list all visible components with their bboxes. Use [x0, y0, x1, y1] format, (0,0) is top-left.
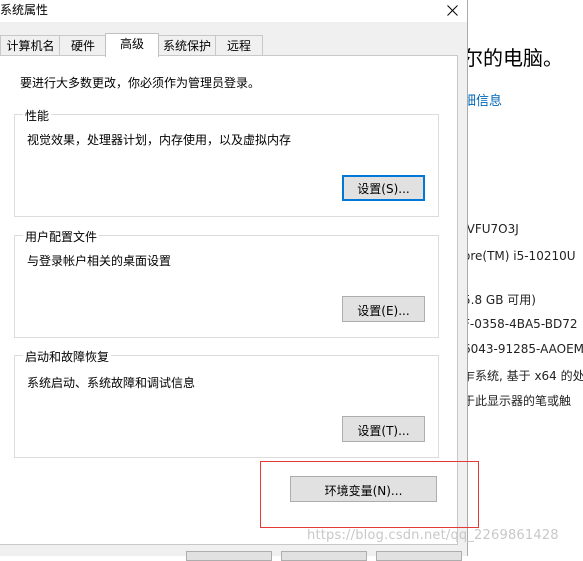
startup-recovery-settings-button[interactable]: 设置(T)...: [342, 416, 425, 442]
ram-value: 5.8 GB 可用): [463, 293, 536, 307]
user-profiles-group: 用户配置文件 与登录帐户相关的桌面设置 设置(E)...: [14, 228, 439, 338]
tab-system-protection[interactable]: 系统保护: [157, 35, 217, 56]
startup-recovery-description: 系统启动、系统故障和调试信息: [27, 376, 196, 390]
tab-remote[interactable]: 远程: [215, 35, 263, 56]
user-profiles-description: 与登录帐户相关的桌面设置: [27, 254, 172, 268]
watermark-text: https://blog.csdn.net/qq_2269861428: [307, 528, 559, 543]
performance-description: 视觉效果，处理器计划，内存使用，以及虚拟内存: [27, 133, 292, 147]
apply-button[interactable]: [376, 551, 462, 561]
details-link[interactable]: 细信息: [463, 90, 502, 109]
processor-value: ore(TM) i5-10210U: [463, 249, 576, 263]
startup-recovery-title: 启动和故障恢复: [23, 348, 112, 365]
cancel-button[interactable]: [281, 551, 367, 561]
device-id-value: F-0358-4BA5-BD72: [463, 317, 578, 331]
dialog-title: 系统属性: [0, 3, 49, 17]
ok-button[interactable]: [186, 551, 272, 561]
about-heading: 尔的电脑。: [463, 46, 563, 70]
tab-advanced[interactable]: 高级: [105, 33, 159, 57]
performance-settings-button[interactable]: 设置(S)...: [342, 175, 425, 201]
admin-note: 要进行大多数更改，你必须作为管理员登录。: [20, 76, 261, 90]
close-button[interactable]: [437, 0, 467, 22]
pen-touch-value: 于此显示器的笔或触: [463, 394, 572, 408]
performance-title: 性能: [23, 107, 52, 124]
tab-hardware[interactable]: 硬件: [59, 35, 107, 56]
product-id-value: 6043-91285-AAOEM: [463, 342, 583, 356]
tab-computer-name[interactable]: 计算机名: [0, 35, 61, 56]
performance-group: 性能 视觉效果，处理器计划，内存使用，以及虚拟内存 设置(S)...: [14, 107, 439, 217]
system-type-value: 乍系统, 基于 x64 的处: [463, 369, 583, 383]
highlight-annotation-box: [260, 461, 479, 528]
device-name-value: -VFU7O3J: [463, 222, 519, 236]
tab-strip: 计算机名 硬件 高级 系统保护 远程: [0, 33, 467, 57]
user-profiles-title: 用户配置文件: [23, 228, 100, 245]
dialog-titlebar[interactable]: 系统属性: [0, 0, 467, 22]
startup-recovery-group: 启动和故障恢复 系统启动、系统故障和调试信息 设置(T)...: [14, 348, 439, 458]
close-icon: [446, 5, 458, 16]
user-profiles-settings-button[interactable]: 设置(E)...: [342, 296, 425, 322]
